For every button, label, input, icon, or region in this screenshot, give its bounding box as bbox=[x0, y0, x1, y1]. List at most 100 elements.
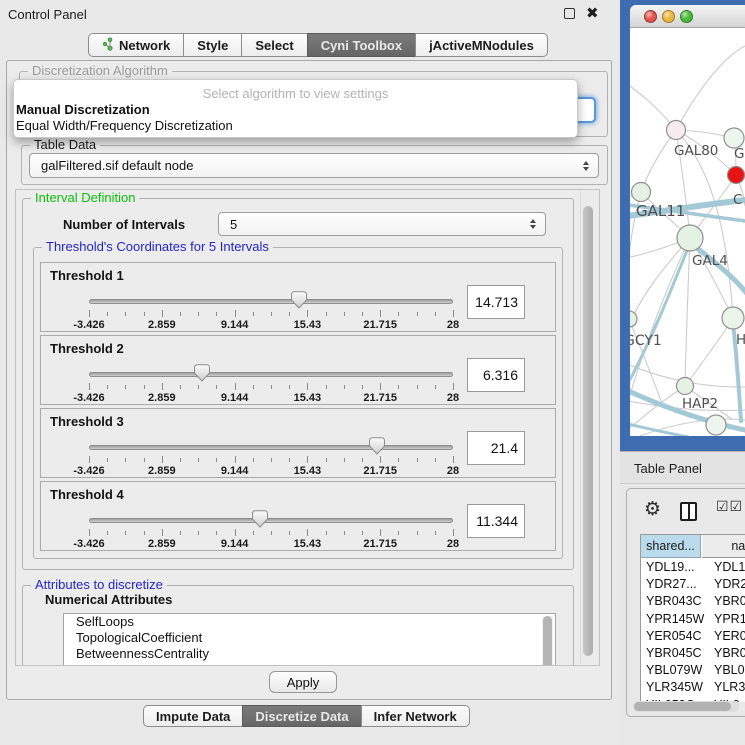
network-canvas[interactable]: GAL80G.CGAL11GAL4GCY1HHAP2 bbox=[630, 29, 745, 436]
slider-axis-labels: -3.4262.8599.14415.4321.71528 bbox=[89, 538, 453, 550]
threshold-label: Threshold 2 bbox=[50, 341, 124, 356]
mac-minimize-icon[interactable] bbox=[662, 10, 675, 23]
network-node[interactable] bbox=[724, 128, 744, 148]
tab-infer-network[interactable]: Infer Network bbox=[361, 705, 470, 727]
node-label: GAL11 bbox=[636, 202, 685, 220]
num-intervals-combobox[interactable]: 5 bbox=[218, 212, 546, 236]
threshold-value-field[interactable]: 6.316 bbox=[467, 358, 525, 392]
slider-thumb[interactable] bbox=[252, 510, 268, 528]
cell-shared-name[interactable]: YBL079W bbox=[646, 663, 702, 677]
network-window-titlebar[interactable] bbox=[630, 5, 745, 28]
mac-zoom-icon[interactable] bbox=[680, 10, 693, 23]
network-node[interactable] bbox=[728, 167, 745, 184]
cell-name[interactable]: YBR0 bbox=[714, 594, 745, 608]
tab-network[interactable]: Network bbox=[88, 33, 184, 57]
table-row[interactable]: YER054C YER0 bbox=[641, 628, 745, 645]
cell-shared-name[interactable]: YER054C bbox=[646, 629, 702, 643]
apply-button[interactable]: Apply bbox=[269, 671, 337, 693]
algorithm-option[interactable]: Manual Discretization bbox=[14, 102, 577, 118]
cell-shared-name[interactable]: YPR145W bbox=[646, 612, 704, 626]
cell-shared-name[interactable]: YBR043C bbox=[646, 594, 702, 608]
cell-shared-name[interactable]: YBR045C bbox=[646, 646, 702, 660]
columns-icon[interactable] bbox=[680, 502, 697, 521]
list-scrollbar[interactable] bbox=[542, 616, 553, 666]
slider-ticks bbox=[89, 456, 453, 463]
column-header-shared-name[interactable]: shared... bbox=[641, 535, 701, 558]
mac-close-icon[interactable] bbox=[644, 10, 657, 23]
tab-jactivemnodules[interactable]: jActiveMNodules bbox=[415, 33, 548, 57]
threshold-value-field[interactable]: 14.713 bbox=[467, 285, 525, 319]
column-header-name[interactable]: name bbox=[702, 535, 745, 558]
cyni-bottom-tabs: Impute DataDiscretize DataInfer Network bbox=[143, 705, 470, 727]
table-row[interactable]: YDR27... YDR2 bbox=[641, 576, 745, 593]
numerical-attributes-label: Numerical Attributes bbox=[45, 592, 172, 607]
attribute-item[interactable]: BetweennessCentrality bbox=[64, 646, 555, 662]
network-node[interactable] bbox=[677, 225, 703, 251]
node-label: GCY1 bbox=[630, 333, 662, 349]
table-data-combobox[interactable]: galFiltered.sif default node bbox=[29, 153, 599, 178]
network-node[interactable] bbox=[667, 121, 686, 140]
table-row[interactable]: YPR145W YPR1 bbox=[641, 611, 745, 628]
slider-thumb[interactable] bbox=[291, 291, 307, 309]
algorithm-prompt: Select algorithm to view settings bbox=[14, 85, 577, 102]
tab-cyni-toolbox[interactable]: Cyni Toolbox bbox=[307, 33, 416, 57]
network-node[interactable] bbox=[722, 307, 744, 329]
tab-discretize-data[interactable]: Discretize Data bbox=[242, 705, 361, 727]
threshold-value-field[interactable]: 21.4 bbox=[467, 431, 525, 465]
cell-shared-name[interactable]: YDR27... bbox=[646, 577, 697, 591]
attribute-item[interactable]: SelfLoops bbox=[64, 614, 555, 630]
network-node[interactable] bbox=[632, 183, 651, 202]
attribute-item[interactable]: TopologicalCoefficient bbox=[64, 630, 555, 646]
node-label: H bbox=[736, 332, 745, 348]
cell-shared-name[interactable]: YLR345W bbox=[646, 680, 703, 694]
threshold-panel: Threshold 1 -3.4262.8599.14415.4321.71528… bbox=[40, 262, 556, 332]
cell-name[interactable]: YER0 bbox=[714, 629, 745, 643]
slider-track[interactable] bbox=[89, 518, 453, 523]
interval-definition-group: Interval Definition Number of Intervals … bbox=[22, 198, 574, 570]
table-row[interactable]: YBL079W YBL0 bbox=[641, 662, 745, 679]
slider-ticks bbox=[89, 529, 453, 536]
slider-track[interactable] bbox=[89, 299, 453, 304]
table-row[interactable]: YBR043C YBR0 bbox=[641, 593, 745, 610]
threshold-value-field[interactable]: 11.344 bbox=[467, 504, 525, 538]
table-row[interactable]: YLR345W YLR3 bbox=[641, 679, 745, 696]
numerical-attributes-list[interactable]: SelfLoopsTopologicalCoefficientBetweenne… bbox=[63, 613, 556, 666]
slider-track[interactable] bbox=[89, 372, 453, 377]
cell-name[interactable]: YLR3 bbox=[714, 680, 745, 694]
threshold-label: Threshold 1 bbox=[50, 268, 124, 283]
tab-style[interactable]: Style bbox=[183, 33, 242, 57]
cell-name[interactable]: YDL1 bbox=[714, 560, 745, 574]
horizontal-scrollbar[interactable] bbox=[633, 701, 739, 712]
checked-boxes-icon[interactable]: ☑☑ bbox=[716, 498, 743, 515]
table-row[interactable]: YDL19... YDL1 bbox=[641, 559, 745, 576]
cell-name[interactable]: YBL0 bbox=[714, 663, 745, 677]
cell-name[interactable]: YPR1 bbox=[714, 612, 745, 626]
table-panel: ⚙ ☑☑ shared... name YDL19... YDL1 YDR27...… bbox=[626, 488, 745, 717]
network-node[interactable] bbox=[630, 311, 637, 327]
network-view-window: GAL80G.CGAL11GAL4GCY1HHAP2 bbox=[630, 5, 745, 436]
float-window-icon[interactable] bbox=[564, 8, 575, 19]
table-panel-header: Table Panel bbox=[620, 451, 745, 484]
slider-ticks bbox=[89, 383, 453, 390]
network-node[interactable] bbox=[677, 378, 694, 395]
thresholds-group: Threshold's Coordinates for 5 Intervals … bbox=[33, 247, 563, 559]
network-node[interactable] bbox=[706, 415, 726, 435]
cell-name[interactable]: YDR2 bbox=[714, 577, 745, 591]
gear-icon[interactable]: ⚙ bbox=[644, 498, 661, 521]
table-row[interactable]: YBR045C YBR0 bbox=[641, 645, 745, 662]
vertical-scrollbar[interactable] bbox=[580, 191, 594, 664]
num-intervals-label: Number of Intervals bbox=[63, 217, 185, 232]
close-icon[interactable]: ✖ bbox=[586, 4, 599, 22]
slider-thumb[interactable] bbox=[369, 437, 385, 455]
tab-impute-data[interactable]: Impute Data bbox=[143, 705, 243, 727]
cell-shared-name[interactable]: YDL19... bbox=[646, 560, 695, 574]
node-label: HAP2 bbox=[682, 396, 718, 412]
tab-select[interactable]: Select bbox=[241, 33, 307, 57]
slider-track[interactable] bbox=[89, 445, 453, 450]
cell-name[interactable]: YBR0 bbox=[714, 646, 745, 660]
slider-thumb[interactable] bbox=[194, 364, 210, 382]
slider-axis-labels: -3.4262.8599.14415.4321.71528 bbox=[89, 319, 453, 331]
settings-scrollpane: Interval Definition Number of Intervals … bbox=[15, 189, 600, 666]
algorithm-option[interactable]: Equal Width/Frequency Discretization bbox=[14, 118, 577, 134]
attributes-group: Attributes to discretize Numerical Attri… bbox=[22, 585, 574, 666]
